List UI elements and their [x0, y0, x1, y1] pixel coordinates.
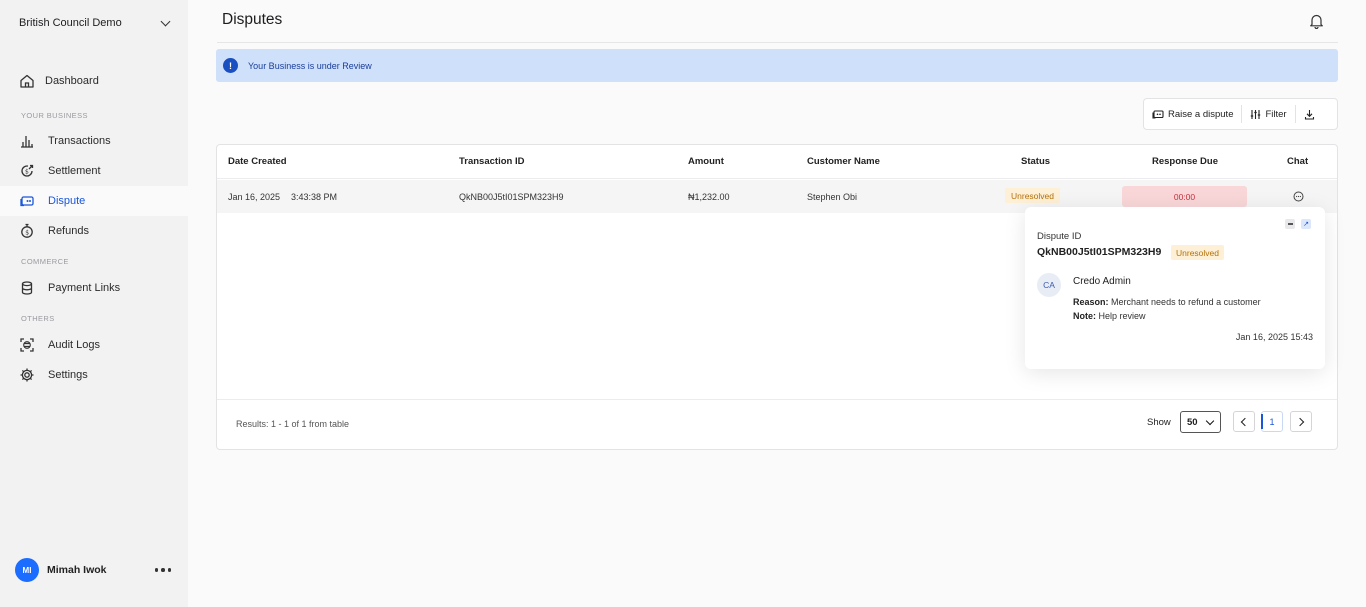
show-label: Show — [1147, 417, 1171, 428]
download-icon — [1304, 109, 1314, 120]
column-header: Date Created — [228, 156, 287, 167]
expand-icon[interactable]: ↗ — [1301, 219, 1311, 229]
next-page-button[interactable] — [1290, 411, 1312, 432]
sidebar-item-label: Refunds — [48, 225, 89, 237]
dispute-id-label: Dispute ID — [1037, 231, 1082, 242]
message-reason: Reason: Merchant needs to refund a custo… — [1073, 297, 1261, 307]
home-icon — [20, 74, 34, 88]
row-time: 3:43:38 PM — [291, 192, 338, 202]
avatar: CA — [1037, 273, 1061, 297]
chevron-down-icon — [1205, 416, 1215, 426]
message-note: Note: Help review — [1073, 311, 1146, 321]
sidebar-item-label: Audit Logs — [48, 339, 100, 351]
sidebar: British Council Demo Dashboard YOUR BUSI… — [0, 0, 188, 607]
reason-text: Merchant needs to refund a customer — [1111, 297, 1261, 307]
dispute-icon — [20, 196, 34, 207]
audit-icon — [20, 338, 34, 352]
avatar: MI — [15, 558, 39, 582]
chevron-down-icon — [160, 16, 171, 26]
sidebar-item-label: Transactions — [48, 135, 111, 147]
column-header: Status — [1021, 156, 1051, 167]
org-name: British Council Demo — [19, 17, 122, 29]
note-text: Help review — [1098, 311, 1146, 321]
sidebar-item-label: Dashboard — [45, 75, 99, 87]
sidebar-item-settlement[interactable]: $ Settlement — [0, 156, 188, 186]
row-date: Jan 16, 2025 — [228, 192, 281, 202]
review-banner: ! Your Business is under Review — [216, 49, 1338, 82]
sidebar-item-label: Settings — [48, 369, 88, 381]
svg-text:$: $ — [25, 169, 29, 176]
table-footer-divider — [217, 399, 1337, 400]
sidebar-item-label: Dispute — [48, 195, 86, 207]
user-profile[interactable]: MI Mimah Iwok — [15, 558, 175, 582]
database-icon — [21, 281, 33, 295]
svg-text:$: $ — [25, 229, 29, 236]
prev-page-button[interactable] — [1233, 411, 1255, 432]
sidebar-item-payment-links[interactable]: Payment Links — [0, 273, 188, 303]
row-transaction-id: QkNB00J5tI01SPM323H9 — [459, 192, 564, 202]
message-author: Credo Admin — [1073, 276, 1131, 287]
chat-icon[interactable] — [1293, 191, 1304, 202]
page-title: Disputes — [222, 11, 283, 28]
settlement-icon: $ — [21, 164, 34, 177]
column-header: Customer Name — [807, 156, 880, 167]
info-icon: ! — [223, 58, 238, 73]
dispute-icon — [1152, 109, 1164, 119]
row-customer: Stephen Obi — [807, 192, 858, 202]
chevron-left-icon — [1240, 417, 1250, 426]
results-count: Results: 1 - 1 of 1 from table — [236, 419, 350, 429]
column-header: Response Due — [1152, 156, 1218, 167]
message-timestamp: Jan 16, 2025 15:43 — [1235, 332, 1313, 342]
page-1-button[interactable]: 1 — [1261, 411, 1283, 432]
reason-label: Reason: — [1073, 297, 1109, 307]
chevron-right-icon — [1295, 417, 1305, 426]
sidebar-item-transactions[interactable]: Transactions — [0, 126, 188, 156]
filter-icon — [1251, 109, 1261, 119]
section-others: OTHERS — [21, 314, 55, 323]
raise-dispute-label: Raise a dispute — [1168, 108, 1234, 120]
download-button[interactable] — [1296, 99, 1327, 129]
dispute-chat-popup: ↗ Dispute ID QkNB00J5tI01SPM323H9 Unreso… — [1025, 207, 1325, 369]
org-switcher[interactable]: British Council Demo — [19, 15, 171, 31]
section-your-business: YOUR BUSINESS — [21, 111, 88, 120]
gear-icon — [20, 368, 34, 382]
user-name: Mimah Iwok — [47, 564, 107, 576]
sidebar-item-label: Settlement — [48, 165, 101, 177]
column-header: Transaction ID — [459, 156, 525, 167]
status-badge: Unresolved — [1005, 188, 1060, 203]
filter-label: Filter — [1265, 108, 1287, 120]
sidebar-item-dispute[interactable]: Dispute — [0, 186, 188, 216]
refund-icon: $ — [21, 223, 33, 238]
row-amount: ₦1,232.00 — [688, 192, 730, 202]
column-header: Amount — [688, 156, 724, 167]
sidebar-item-settings[interactable]: Settings — [0, 360, 188, 390]
sidebar-item-label: Payment Links — [48, 282, 121, 294]
response-due-badge: 00:00 — [1122, 186, 1247, 207]
table-actions: Raise a dispute Filter — [1143, 98, 1338, 130]
header-divider — [217, 42, 1338, 43]
filter-button[interactable]: Filter — [1242, 99, 1294, 129]
note-label: Note: — [1073, 311, 1096, 321]
sidebar-item-audit-logs[interactable]: Audit Logs — [0, 330, 188, 360]
banner-text: Your Business is under Review — [248, 60, 372, 71]
table-header: Date Created Transaction ID Amount Custo… — [217, 145, 1337, 179]
sidebar-item-refunds[interactable]: $ Refunds — [0, 216, 188, 246]
page-size-value: 50 — [1187, 416, 1198, 428]
bar-chart-icon — [21, 136, 33, 148]
sidebar-item-dashboard[interactable]: Dashboard — [0, 66, 188, 96]
more-options-icon[interactable] — [154, 568, 171, 572]
status-badge: Unresolved — [1171, 245, 1224, 260]
minimize-icon[interactable] — [1285, 219, 1295, 229]
bell-icon[interactable] — [1309, 13, 1324, 29]
dispute-id-value: QkNB00J5tI01SPM323H9 — [1037, 246, 1162, 258]
page-size-select[interactable]: 50 — [1180, 411, 1221, 433]
raise-dispute-button[interactable]: Raise a dispute — [1144, 99, 1241, 129]
column-header: Chat — [1287, 156, 1309, 167]
section-commerce: COMMERCE — [21, 257, 69, 266]
